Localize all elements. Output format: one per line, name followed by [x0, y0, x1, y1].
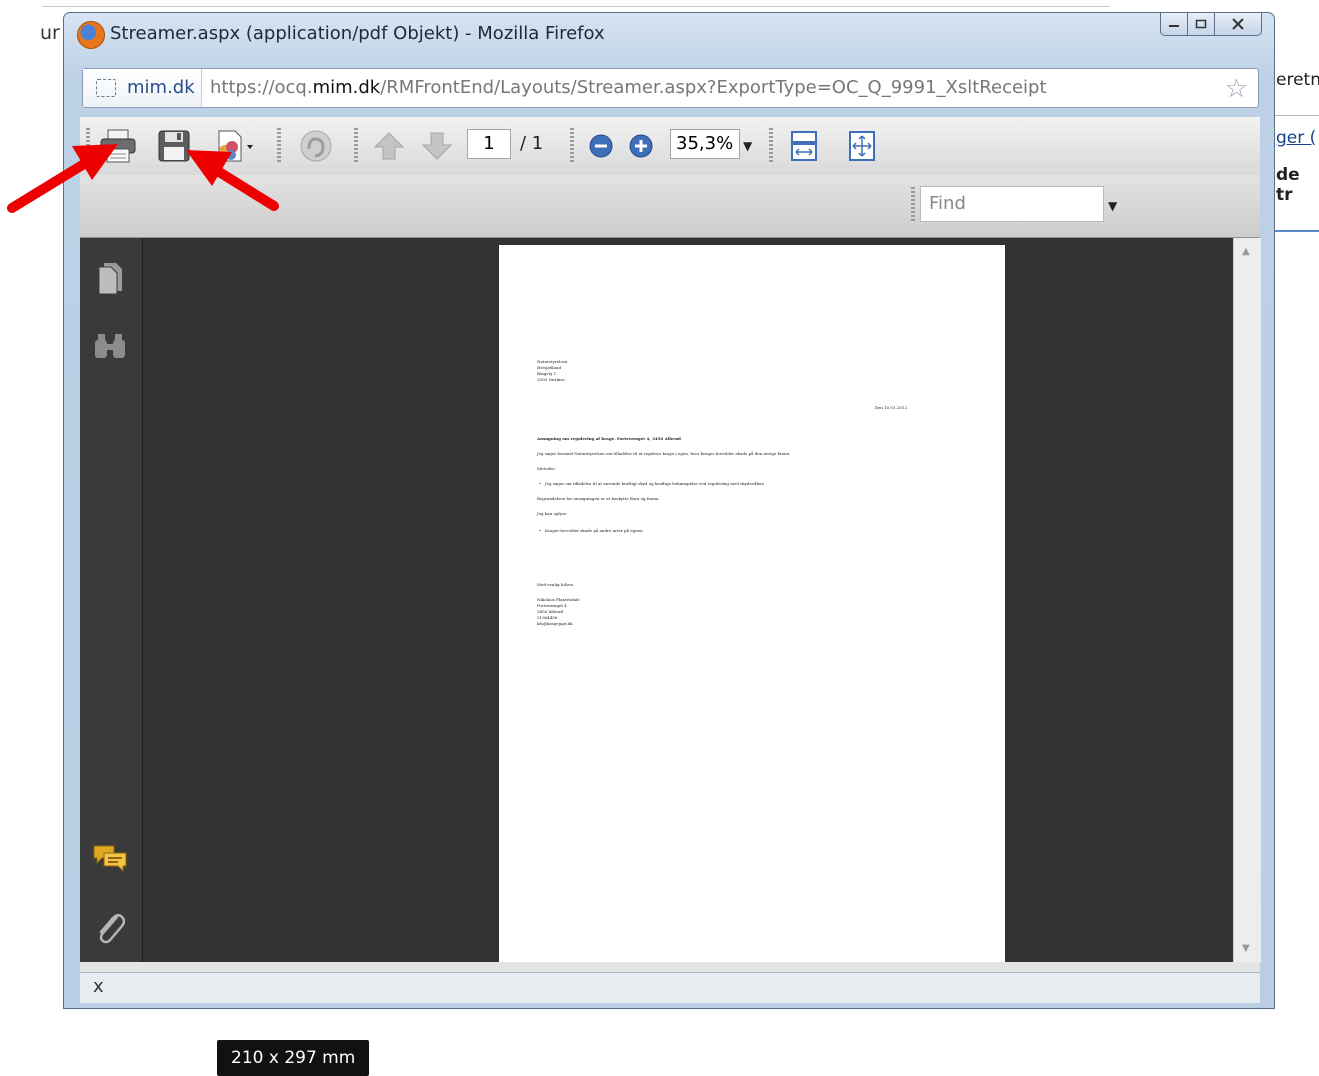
info-list-item: Krager forvolder skade på andre arter på… [539, 528, 643, 533]
method-list-item: Jeg søger om tilladelse til at anvende k… [539, 481, 764, 486]
maximize-button[interactable] [1188, 13, 1215, 36]
site-identity-icon [96, 79, 116, 97]
pdf-page: Naturstyrelsen Østsjælland Ringvej 1 350… [499, 245, 1005, 962]
paperclip-icon [99, 914, 125, 944]
url-text[interactable]: https://ocq.mim.dk/RMFrontEnd/Layouts/St… [210, 77, 1047, 98]
background-text-left: ur [40, 22, 60, 44]
scroll-down-icon[interactable]: ▼ [1242, 943, 1250, 954]
document-viewport[interactable]: Naturstyrelsen Østsjælland Ringvej 1 350… [143, 238, 1233, 1076]
background-text: eretni [1276, 70, 1319, 90]
maximize-icon [1195, 19, 1207, 29]
background-divider [42, 6, 1110, 7]
annotation-arrow-print [7, 144, 118, 213]
comments-panel-button[interactable] [92, 840, 128, 876]
zoom-dropdown-arrow-icon[interactable]: ▼ [743, 139, 752, 153]
find-dropdown-arrow-icon[interactable]: ▼ [1108, 199, 1117, 213]
window-controls [1160, 13, 1262, 37]
site-identity-button[interactable]: mim.dk [83, 69, 202, 107]
zoom-out-icon [589, 134, 613, 158]
zoom-out-button[interactable] [586, 129, 616, 163]
close-status-button[interactable]: x [93, 976, 104, 997]
info-heading: Jeg kan oplyse: [537, 511, 568, 516]
binoculars-icon [95, 334, 125, 358]
background-link[interactable]: ger ( [1276, 128, 1316, 148]
window-title: Streamer.aspx (application/pdf Objekt) -… [110, 23, 605, 44]
letter-subject: Ansøgning om regulering af krage. Fortev… [537, 436, 681, 441]
previous-page-button[interactable] [372, 129, 406, 163]
pages-icon [98, 263, 122, 295]
recipient-address: Naturstyrelsen Østsjælland Ringvej 1 350… [537, 359, 568, 382]
site-identity-label: mim.dk [127, 77, 195, 98]
scroll-up-icon[interactable]: ▲ [1242, 246, 1250, 257]
letter-closing: Med venlig hilsen [537, 582, 574, 587]
find-input[interactable]: Find [920, 186, 1104, 222]
zoom-level-select[interactable]: 35,3% [670, 129, 740, 159]
fit-width-icon [791, 131, 817, 161]
search-panel-button[interactable] [92, 328, 128, 364]
hand-tool-icon [300, 130, 332, 162]
hand-tool-button[interactable] [296, 129, 336, 163]
zoom-in-icon [629, 134, 653, 158]
pages-panel-button[interactable] [92, 260, 128, 296]
fit-page-button[interactable] [844, 129, 880, 163]
attachments-panel-button[interactable] [92, 910, 128, 946]
background-heading: de tr [1276, 165, 1300, 205]
page-total: / 1 [520, 133, 544, 154]
letter-intro: Jeg søger hermed Naturstyrelsen om tilla… [537, 451, 791, 456]
letter-reason: Begrundelsen for ansøgningen er at besky… [537, 496, 660, 501]
vertical-scrollbar[interactable]: ▲ ▼ [1233, 238, 1261, 962]
page-number-input[interactable]: 1 [467, 129, 511, 159]
letter-date: Den 10.01.2012 [874, 405, 907, 410]
arrow-up-icon [373, 132, 405, 160]
sender-signature: Nikolaus Plantesdale Fortevænget 4 3450 … [537, 597, 580, 626]
next-page-button[interactable] [420, 129, 454, 163]
background-page-right: eretni ger ( de tr [1272, 60, 1319, 260]
fit-width-button[interactable] [786, 129, 822, 163]
comments-icon [93, 845, 127, 873]
pdf-viewer: 1 / 1 35,3% ▼ Find ▼ Naturstyrelsen Østs… [80, 117, 1261, 1076]
zoom-in-button[interactable] [626, 129, 656, 163]
bookmark-star-icon[interactable]: ☆ [1225, 74, 1248, 104]
close-icon [1232, 18, 1244, 30]
firefox-logo-icon [77, 21, 105, 49]
arrow-down-icon [421, 132, 453, 160]
annotation-arrow-save [186, 150, 279, 211]
title-bar[interactable]: Streamer.aspx (application/pdf Objekt) -… [64, 13, 1274, 57]
minimize-icon [1169, 25, 1179, 27]
fit-page-icon [849, 131, 875, 161]
address-bar[interactable]: mim.dk https://ocq.mim.dk/RMFrontEnd/Lay… [82, 68, 1259, 108]
minimize-button[interactable] [1160, 13, 1188, 36]
method-heading: Metoder: [537, 466, 556, 471]
page-size-tooltip: 210 x 297 mm [217, 1040, 370, 1076]
status-bar: x [80, 972, 1260, 1003]
close-button[interactable] [1215, 13, 1262, 36]
side-navigation-panel [80, 238, 143, 962]
